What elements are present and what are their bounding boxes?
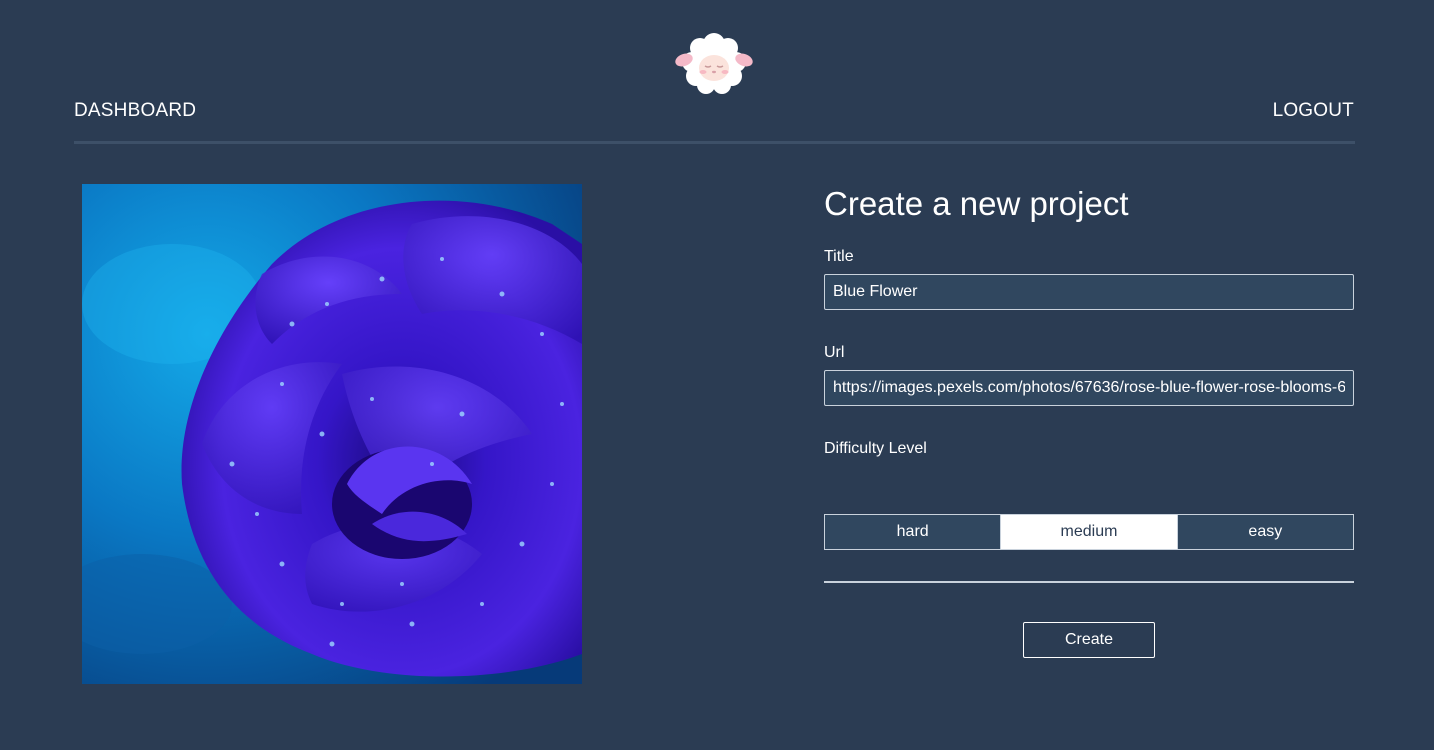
form-divider [824,581,1354,583]
page-title: Create a new project [824,185,1129,222]
difficulty-selector: hard medium easy [824,514,1354,550]
page: DASHBOARD LOGOUT Create a new project Ti… [0,0,1434,750]
nav-dashboard-link[interactable]: DASHBOARD [74,100,196,122]
title-input[interactable] [824,274,1354,310]
project-preview-image [82,184,582,684]
title-label: Title [824,248,854,265]
difficulty-label: Difficulty Level [824,440,927,457]
nav-divider [74,141,1355,144]
blue-rose-image [82,184,582,684]
nav-logout-link[interactable]: LOGOUT [1273,100,1354,122]
url-label: Url [824,344,845,361]
difficulty-hard-button[interactable]: hard [824,514,1002,550]
difficulty-medium-button[interactable]: medium [1001,514,1178,550]
difficulty-easy-button[interactable]: easy [1177,514,1354,550]
create-button[interactable]: Create [1023,622,1155,658]
sheep-logo-icon[interactable] [672,30,756,96]
url-input[interactable] [824,370,1354,406]
